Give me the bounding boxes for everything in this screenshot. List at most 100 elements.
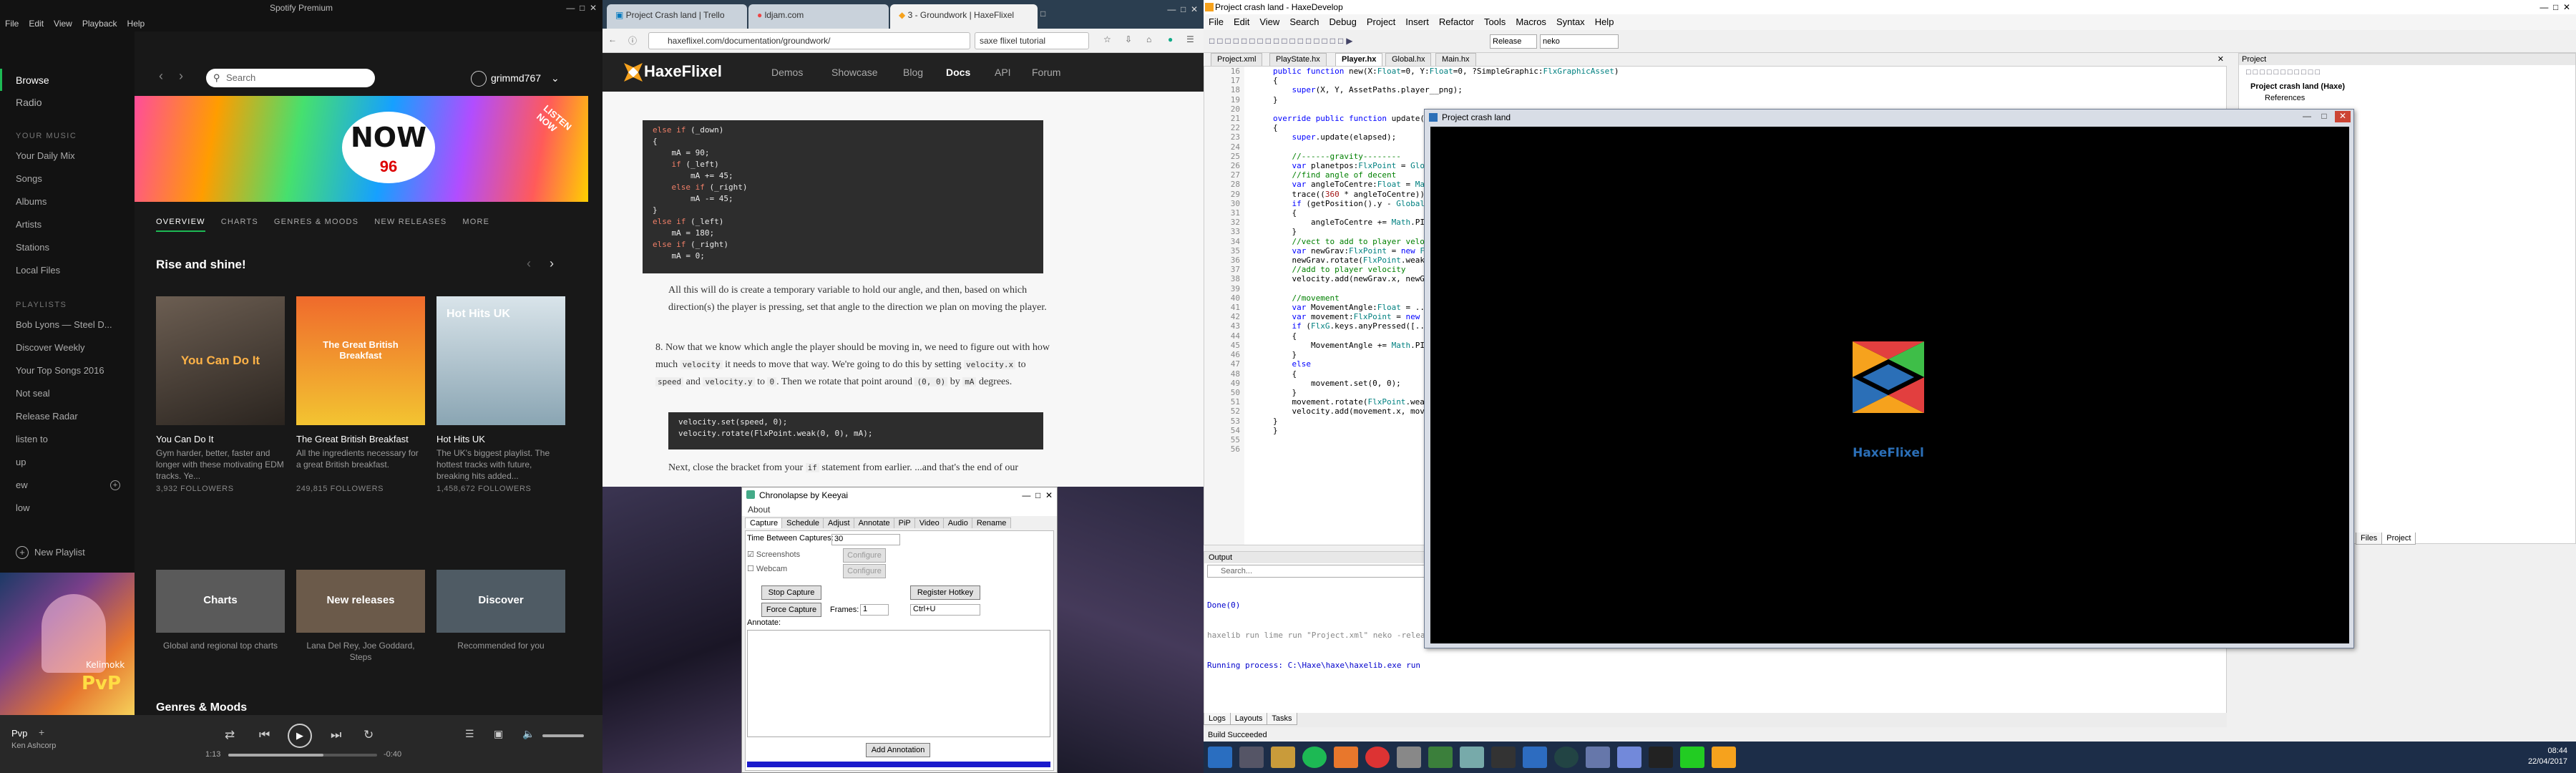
sidebar-item-artists[interactable]: Artists	[0, 213, 135, 236]
frames-input[interactable]: 1	[860, 604, 889, 616]
menu-syntax[interactable]: Syntax	[1551, 14, 1590, 30]
tab-schedule[interactable]: Schedule	[781, 517, 825, 528]
next-icon[interactable]: ⏭	[331, 728, 341, 742]
sidebar-item-browse[interactable]: Browse	[0, 69, 135, 91]
haxedevelop-taskbar-icon[interactable]	[1712, 747, 1736, 768]
doc-tab-active[interactable]: Player.hx	[1335, 53, 1383, 66]
close-icon[interactable]: ✕	[2335, 111, 2351, 122]
card-title[interactable]: The Great British Breakfast	[296, 434, 425, 444]
playlist-card[interactable]: Hot Hits UK Hot Hits UK The UK's biggest…	[436, 296, 565, 493]
nav-demos[interactable]: Demos	[771, 67, 803, 78]
add-icon[interactable]: +	[39, 726, 44, 738]
close-icon[interactable]: ✕	[2218, 54, 2224, 64]
nav-showcase[interactable]: Showcase	[831, 67, 878, 78]
extension-icon[interactable]: ●	[1168, 34, 1173, 44]
spotify-icon[interactable]	[1302, 747, 1327, 768]
target-select[interactable]: neko	[1540, 34, 1619, 49]
user-menu[interactable]: grimmd767 ⌄	[471, 69, 560, 87]
tab-project[interactable]: Project	[2381, 533, 2416, 545]
start-icon[interactable]	[1208, 747, 1232, 768]
sidebar-item-radio[interactable]: Radio	[0, 91, 135, 113]
configure-screenshots-button[interactable]: Configure	[843, 548, 886, 563]
menu-edit[interactable]: Edit	[1229, 14, 1254, 30]
playlist-card[interactable]: You Can Do It You Can Do It Gym harder, …	[156, 296, 285, 493]
menu-tools[interactable]: Tools	[1479, 14, 1511, 30]
nav-api[interactable]: API	[995, 67, 1011, 78]
sidebar-item-albums[interactable]: Albums	[0, 190, 135, 213]
back-icon[interactable]: ←	[608, 34, 617, 44]
site-logo-text[interactable]: HaxeFlixel	[644, 62, 722, 81]
screenshots-checkbox[interactable]: ☑ Screenshots	[747, 550, 800, 559]
shuffle-icon[interactable]: ⇄	[225, 728, 235, 742]
browser-tab-active[interactable]: ◆ 3 - Groundwork | HaxeFlixel	[890, 4, 1038, 29]
time-between-input[interactable]: 30	[831, 534, 900, 545]
browser-tab[interactable]: ● ldjam.com	[748, 4, 889, 29]
nav-docs[interactable]: Docs	[946, 67, 970, 78]
tab-video[interactable]: Video	[914, 517, 945, 528]
discord-icon[interactable]	[1617, 747, 1641, 768]
add-annotation-button[interactable]: Add Annotation	[866, 743, 930, 757]
hotkey-input[interactable]: Ctrl+U	[910, 604, 980, 616]
play-button[interactable]: ▶	[288, 724, 312, 748]
star-icon[interactable]: ☆	[1103, 34, 1111, 44]
project-tree-references[interactable]: References	[2265, 94, 2305, 102]
system-clock[interactable]: 08:44 22/04/2017	[2528, 746, 2567, 767]
project-toolbar-icons[interactable]: □□□□□□□□□□□	[2246, 68, 2322, 77]
sidebar-item-daily-mix[interactable]: Your Daily Mix	[0, 145, 135, 167]
tab-annotate[interactable]: Annotate	[853, 517, 895, 528]
firefox-icon[interactable]	[1334, 747, 1358, 768]
menu-insert[interactable]: Insert	[1400, 14, 1434, 30]
doc-tab[interactable]: Main.hx	[1435, 53, 1476, 66]
page-search-input[interactable]: saxe flixel tutorial	[975, 32, 1089, 49]
stop-capture-button[interactable]: Stop Capture	[761, 585, 821, 600]
menu-file[interactable]: File	[0, 16, 24, 31]
repeat-icon[interactable]: ↻	[364, 728, 374, 742]
playlist-item[interactable]: up	[0, 451, 135, 474]
webcam-checkbox[interactable]: ☐ Webcam	[747, 564, 787, 573]
spotify-window-controls[interactable]: — □ ✕	[566, 0, 597, 16]
minimize-icon[interactable]: —	[2299, 111, 2315, 122]
playlist-item[interactable]: listen to	[0, 428, 135, 451]
volume-icon[interactable]: 🔈	[522, 728, 535, 740]
playlist-item[interactable]: Your Top Songs 2016	[0, 359, 135, 382]
tab-adjust[interactable]: Adjust	[823, 517, 855, 528]
playlist-item[interactable]: Bob Lyons — Steel D...	[0, 313, 135, 336]
taskbar-app-icon[interactable]	[1397, 747, 1421, 768]
category-card[interactable]: Charts Global and regional top charts	[156, 570, 285, 674]
toolbar-icons[interactable]: □□□□□□□□□□□□□□□□□▶	[1209, 36, 1355, 46]
search-input[interactable]: Search	[206, 69, 375, 87]
tab-capture[interactable]: Capture	[745, 517, 784, 528]
game-canvas[interactable]: HaxeFlixel	[1430, 127, 2349, 643]
volume-slider[interactable]	[542, 734, 584, 737]
menu-playback[interactable]: Playback	[77, 16, 122, 31]
playlist-card[interactable]: The Great British Breakfast The Great Br…	[296, 296, 425, 493]
menu-project[interactable]: Project	[1362, 14, 1400, 30]
menu-debug[interactable]: Debug	[1324, 14, 1362, 30]
window-controls[interactable]: — □ ✕	[2540, 0, 2570, 14]
playlist-item[interactable]: ew +	[0, 474, 135, 497]
nav-blog[interactable]: Blog	[903, 67, 923, 78]
tab-logs[interactable]: Logs	[1204, 713, 1231, 725]
now-playing-artwork[interactable]: Kelimokk PvP	[0, 573, 135, 715]
tab-layouts[interactable]: Layouts	[1229, 713, 1268, 725]
taskbar-app-icon[interactable]	[1460, 747, 1484, 768]
playlist-item[interactable]: Not seal	[0, 382, 135, 405]
menu-view[interactable]: View	[49, 16, 77, 31]
tab-overview[interactable]: OVERVIEW	[156, 218, 205, 232]
tab-tasks[interactable]: Tasks	[1267, 713, 1297, 725]
queue-icon[interactable]: ☰	[465, 728, 474, 740]
doc-tab[interactable]: PlayState.hx	[1269, 53, 1327, 66]
explorer-icon[interactable]	[1271, 747, 1295, 768]
prev-page-icon[interactable]: ‹	[527, 256, 531, 271]
next-page-icon[interactable]: ›	[550, 256, 554, 271]
home-icon[interactable]: ⌂	[1146, 34, 1151, 44]
tab-charts[interactable]: CHARTS	[221, 218, 258, 230]
taskbar-app-icon[interactable]	[1491, 747, 1516, 768]
menu-icon[interactable]: ☰	[1186, 34, 1194, 44]
tab-more[interactable]: MORE	[462, 218, 489, 230]
playlist-item[interactable]: Release Radar	[0, 405, 135, 428]
menu-help[interactable]: Help	[1590, 14, 1619, 30]
back-arrow-icon[interactable]: ‹	[159, 69, 163, 84]
now-playing-artist[interactable]: Ken Ashcorp	[11, 742, 56, 750]
menu-file[interactable]: File	[1204, 14, 1229, 30]
